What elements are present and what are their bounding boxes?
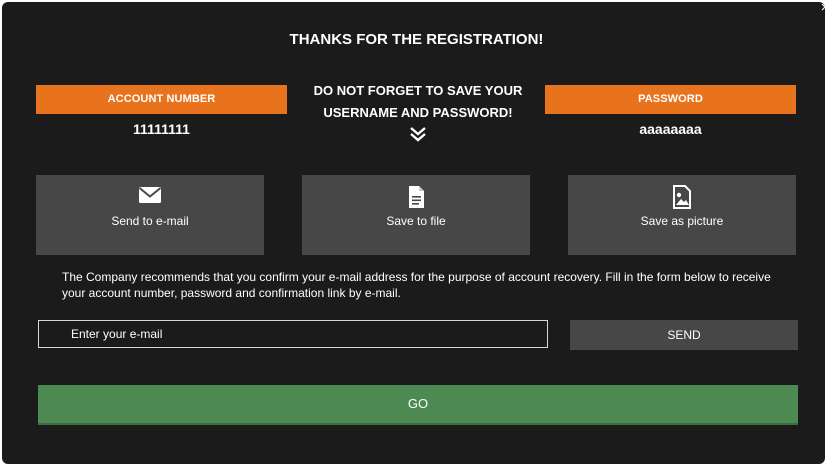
email-input[interactable]	[38, 320, 548, 348]
go-button[interactable]: GO	[38, 385, 798, 425]
send-to-email-label: Send to e-mail	[111, 214, 189, 228]
account-number-value: 11111111	[133, 121, 190, 137]
save-to-file-label: Save to file	[386, 214, 446, 228]
send-button[interactable]: SEND	[570, 320, 798, 350]
save-reminder-line-2: USERNAME AND PASSWORD!	[323, 105, 513, 120]
save-reminder-line-1: DO NOT FORGET TO SAVE YOUR	[313, 83, 523, 98]
save-reminder: DO NOT FORGET TO SAVE YOUR USERNAME AND …	[302, 80, 534, 124]
double-chevron-down-icon	[410, 127, 426, 142]
document-icon	[409, 186, 424, 208]
image-icon	[673, 185, 691, 209]
password-label: PASSWORD	[545, 85, 796, 114]
save-as-picture-label: Save as picture	[640, 214, 724, 228]
account-number-label: ACCOUNT NUMBER	[36, 85, 287, 114]
registration-modal: THANKS FOR THE REGISTRATION! ACCOUNT NUM…	[2, 2, 825, 464]
envelope-icon	[138, 187, 162, 203]
password-value: aaaaaaaa	[639, 121, 702, 137]
email-recovery-note: The Company recommends that you confirm …	[62, 270, 771, 300]
close-icon[interactable]: ×	[818, 0, 832, 15]
save-to-file-button[interactable]: Save to file	[302, 175, 530, 255]
save-as-picture-button[interactable]: Save as picture	[568, 175, 796, 255]
modal-title: THANKS FOR THE REGISTRATION!	[289, 31, 544, 48]
send-to-email-button[interactable]: Send to e-mail	[36, 175, 264, 255]
